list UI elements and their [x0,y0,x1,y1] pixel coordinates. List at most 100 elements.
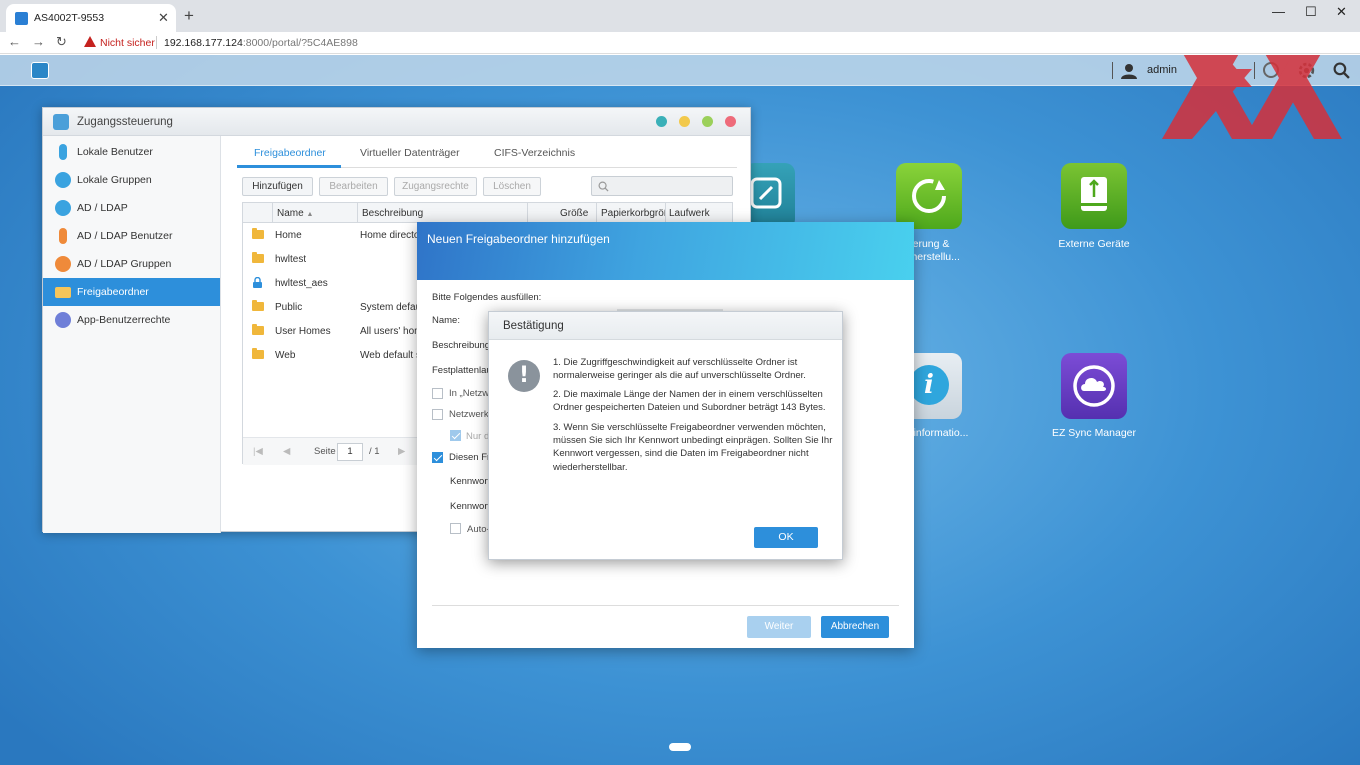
back-button[interactable]: ← [8,34,21,49]
sidebar-item-label: Freigabeordner [77,286,149,298]
watermark-logo-icon [1162,55,1342,139]
read-only-checkbox[interactable] [450,430,461,441]
folder-icon [252,324,264,335]
sidebar-item-local-groups[interactable]: Lokale Gruppen [43,166,220,194]
sidebar-item-ad-ldap[interactable]: AD / LDAP [43,194,220,222]
add-button[interactable]: Hinzufügen [242,177,313,196]
tab-shared-folders[interactable]: Freigabeordner [254,147,326,159]
maximize-button[interactable]: ☐ [1305,4,1317,20]
compass-icon [750,177,782,209]
tab-virtual-disk[interactable]: Virtueller Datenträger [360,147,460,159]
folder-icon [252,348,264,359]
ok-button[interactable]: OK [754,527,818,548]
access-sidebar: Lokale Benutzer Lokale Gruppen AD / LDAP… [43,136,221,533]
network-option-2-label: Netzwerk [449,409,489,420]
tab-close-icon[interactable]: ✕ [158,10,169,26]
search-input[interactable] [591,176,733,196]
column-recycle-bin[interactable]: Papierkorbgröß [601,208,665,219]
description-label: Beschreibung: [432,340,493,351]
page-number-input[interactable]: 1 [337,443,363,461]
url-field[interactable]: 192.168.177.124:8000/portal/?5C4AE898 [164,37,358,49]
window-titlebar[interactable]: Zugangssteuerung [43,108,750,136]
tab-cifs-folder[interactable]: CIFS-Verzeichnis [494,147,575,159]
app-icon-partial[interactable] [744,163,795,229]
confirmation-title: Bestätigung [503,320,564,332]
sort-asc-icon: ▲ [306,211,314,218]
next-page-button[interactable]: ▶ [398,446,405,457]
encrypt-folder-checkbox[interactable] [432,452,443,463]
read-only-label: Nur d [466,431,490,442]
app-label-external-devices[interactable]: Externe Geräte [1029,238,1159,250]
auto-mount-checkbox[interactable] [450,523,461,534]
sidebar-item-ad-ldap-groups[interactable]: AD / LDAP Gruppen [43,250,220,278]
window-maximize-icon[interactable] [702,116,713,127]
exclamation-mark: ! [518,363,530,388]
address-divider [156,36,157,49]
page-label: Seite [314,446,336,457]
folder-name: User Homes [275,326,331,337]
next-button[interactable]: Weiter [747,616,811,638]
browser-tab-bar: AS4002T-9553 ✕ + — ☐ ✕ [0,0,1360,32]
folder-description: Home director [360,230,420,241]
nas-home-icon[interactable] [31,62,49,79]
app-icon-backup-restore[interactable] [896,163,962,229]
new-tab-button[interactable]: + [184,6,194,26]
delete-button[interactable]: Löschen [483,177,541,196]
prev-page-button[interactable]: ◀ [283,446,290,457]
column-divider [357,203,358,223]
reload-button[interactable]: ↻ [56,34,67,50]
warning-icon[interactable] [84,36,96,47]
sidebar-item-app-privileges[interactable]: App-Benutzerrechte [43,306,220,334]
browser-tab[interactable]: AS4002T-9553 ✕ [6,4,176,32]
sidebar-item-label: AD / LDAP Benutzer [77,230,173,242]
network-recycle-checkbox[interactable] [432,388,443,399]
forward-button[interactable]: → [32,34,45,49]
access-rights-button[interactable]: Zugangsrechte [394,177,477,196]
confirmation-message-2: 2. Die maximale Länge der Namen der in e… [553,389,826,414]
user-icon[interactable] [1121,63,1137,79]
window-help-icon[interactable] [656,116,667,127]
security-warning[interactable]: Nicht sicher [100,37,155,49]
column-volume[interactable]: Laufwerk [669,208,710,219]
sidebar-item-ad-ldap-users[interactable]: AD / LDAP Benutzer [43,222,220,250]
app-label-ez-sync[interactable]: EZ Sync Manager [1029,427,1159,439]
nas-desktop: admin erung & erherstellu... Externe Ger… [0,55,1360,765]
tab-title: AS4002T-9553 [34,12,105,24]
app-icon-external-devices[interactable] [1061,163,1127,229]
folder-description: Web default sh [360,350,420,361]
folder-icon [252,252,264,263]
app-icon-ez-sync[interactable] [1061,353,1127,419]
password-label: Kennwort [450,476,491,487]
column-size[interactable]: Größe [560,208,588,219]
sidebar-item-local-users[interactable]: Lokale Benutzer [43,138,220,166]
column-divider [596,203,597,223]
cancel-button[interactable]: Abbrechen [821,616,889,638]
window-close-icon[interactable] [725,116,736,127]
ez-sync-cloud-icon [1073,365,1115,407]
wizard-header: Neuen Freigabeordner hinzufügen [417,222,914,280]
folder-tabs: Freigabeordner Virtueller Datenträger CI… [237,144,737,168]
first-page-button[interactable]: |◀ [253,446,263,457]
edit-button[interactable]: Bearbeiten [319,177,388,196]
sidebar-item-label: Lokale Gruppen [77,174,152,186]
folder-name: Public [275,302,303,313]
asustor-favicon-icon [15,12,28,25]
folder-description: All users' home [360,326,420,337]
auto-mount-label: Auto- [467,524,490,535]
window-minimize-icon[interactable] [679,116,690,127]
minimize-button[interactable]: — [1272,4,1285,19]
window-title: Zugangssteuerung [77,116,173,128]
rocket-icon [55,312,71,328]
sidebar-item-label: AD / LDAP Gruppen [77,258,172,270]
column-name[interactable]: Name ▲ [277,208,313,219]
dock-handle[interactable] [669,743,691,751]
network-option-checkbox[interactable] [432,409,443,420]
column-description[interactable]: Beschreibung [362,208,423,219]
column-name-label: Name [277,208,304,219]
access-control-app-icon [53,114,69,130]
sidebar-item-shared-folders[interactable]: Freigabeordner [43,278,220,306]
close-window-button[interactable]: ✕ [1336,4,1347,20]
topbar-divider [1112,62,1113,79]
ldap-user-icon [59,228,67,244]
folder-name: Home [275,230,302,241]
